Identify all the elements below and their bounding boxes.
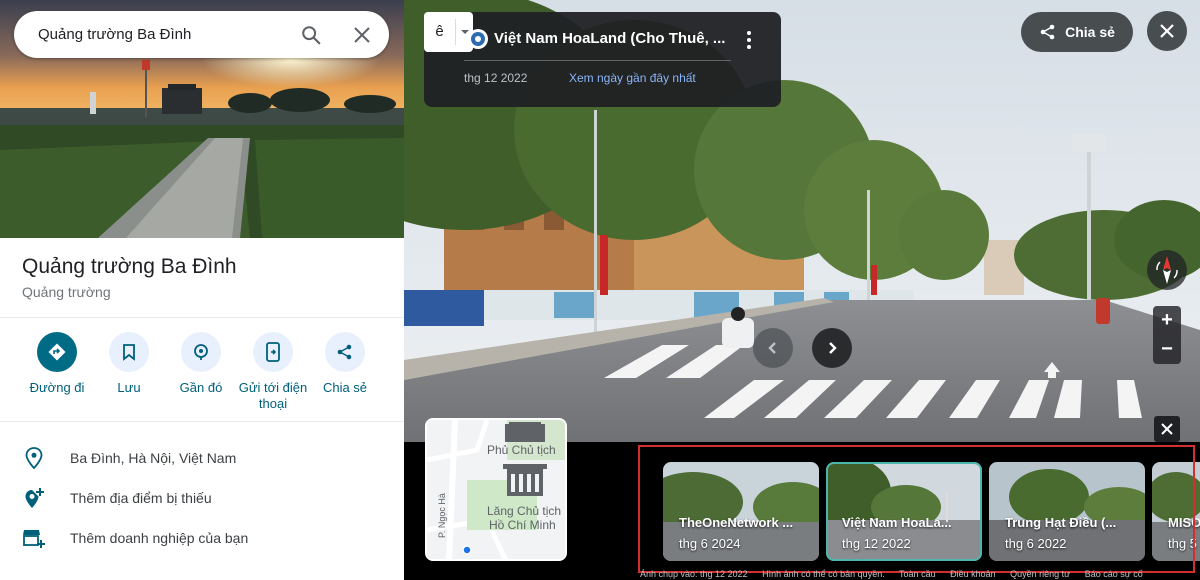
- search-icon[interactable]: [297, 21, 325, 49]
- thumbnail-author: MISO: [1168, 515, 1200, 530]
- report-problem-link[interactable]: Báo cáo sự cố: [1085, 569, 1143, 579]
- share-button-label: Chia sẻ: [1065, 24, 1115, 40]
- save-button[interactable]: Lưu: [93, 332, 165, 396]
- capture-date: thg 12 2022: [464, 71, 528, 85]
- current-position-marker: [462, 545, 472, 555]
- divider: [464, 60, 731, 61]
- share-place-button[interactable]: Chia sẻ: [309, 332, 381, 396]
- chevron-right-icon: [829, 342, 837, 354]
- chevron-left-icon: [768, 342, 776, 354]
- add-missing-place-row[interactable]: Thêm địa điểm bị thiếu: [0, 478, 404, 518]
- add-location-icon: [22, 486, 46, 510]
- location-pin-icon: [22, 446, 46, 470]
- presidential-palace-icon: [505, 422, 545, 442]
- copyright-notice: Hình ảnh có thể có bản quyền.: [762, 569, 885, 579]
- minimap-label: Phủ Chủ tịch: [487, 443, 556, 457]
- photo-thumbnail[interactable]: Trung Hạt Điều (... thg 6 2022: [989, 462, 1145, 561]
- place-category[interactable]: Quảng trường: [22, 284, 111, 300]
- close-icon: [1161, 423, 1173, 435]
- minimap-label: Hồ Chí Minh: [489, 518, 556, 532]
- thumbnail-author: TheOneNetwork ...: [679, 515, 794, 530]
- previous-photo-button[interactable]: [753, 328, 793, 368]
- nearby-button[interactable]: Gần đó: [165, 332, 237, 396]
- capture-date-footer: Ảnh chụp vào: thg 12 2022: [640, 569, 748, 579]
- address-text: Ba Đình, Hà Nội, Việt Nam: [70, 450, 237, 466]
- minimap-street-label: P. Ngọc Hà: [437, 493, 447, 538]
- thumbnail-date: thg 5: [1168, 536, 1197, 551]
- close-street-view-button[interactable]: [1147, 11, 1187, 51]
- divider: [0, 317, 404, 318]
- language-label: ê: [424, 19, 456, 45]
- place-panel: Quảng trường Ba Đình Quảng trường Đường …: [0, 0, 404, 580]
- share-icon: [325, 332, 365, 372]
- see-latest-link[interactable]: Xem ngày gần đây nhất: [569, 71, 696, 85]
- thumbnail-date: thg 6 2022: [1005, 536, 1067, 551]
- thumbnail-date: thg 6 2024: [679, 536, 741, 551]
- terms-link[interactable]: Điều khoản: [950, 569, 996, 579]
- photo-thumbnail-selected[interactable]: Việt Nam HoaLa... thg 12 2022: [826, 462, 982, 561]
- directions-button[interactable]: Đường đi: [21, 332, 93, 396]
- nearby-icon: [181, 332, 221, 372]
- add-business-text: Thêm doanh nghiệp của bạn: [70, 530, 249, 546]
- bookmark-icon: [109, 332, 149, 372]
- zoom-out-button[interactable]: −: [1153, 335, 1181, 364]
- send-to-phone-label: Gửi tới điện thoại: [238, 380, 308, 411]
- add-business-icon: [22, 526, 46, 550]
- next-photo-button[interactable]: [812, 328, 852, 368]
- language-toggle[interactable]: ê: [424, 12, 473, 52]
- zoom-control: + −: [1153, 306, 1181, 364]
- photo-thumbnail[interactable]: TheOneNetwork ... thg 6 2024: [663, 462, 819, 561]
- more-options-icon[interactable]: [740, 28, 758, 52]
- share-label: Chia sẻ: [322, 380, 368, 395]
- thumbnail-date: thg 12 2022: [842, 536, 911, 551]
- add-missing-place-text: Thêm địa điểm bị thiếu: [70, 490, 212, 506]
- photo-info-card: ê Việt Nam HoaLand (Cho Thuê, ... thg 12…: [424, 12, 781, 107]
- save-label: Lưu: [117, 380, 141, 395]
- global-link[interactable]: Toàn cầu: [899, 569, 936, 579]
- address-row[interactable]: Ba Đình, Hà Nội, Việt Nam: [0, 438, 404, 478]
- minimap-label: Lăng Chủ tịch: [487, 504, 561, 518]
- close-icon: [1160, 24, 1174, 38]
- divider: [0, 421, 404, 422]
- compass-icon[interactable]: [1147, 250, 1187, 290]
- thumbnail-author: Trung Hạt Điều (...: [1005, 515, 1117, 530]
- contributor-name[interactable]: Việt Nam HoaLand (Cho Thuê, ...: [494, 30, 725, 47]
- place-title: Quảng trường Ba Đình: [22, 255, 237, 278]
- nearby-label: Gần đó: [179, 380, 223, 395]
- photo-thumbnail[interactable]: MISO thg 5: [1152, 462, 1200, 561]
- add-business-row[interactable]: Thêm doanh nghiệp của bạn: [0, 518, 404, 558]
- search-box: [14, 11, 389, 58]
- clear-search-icon[interactable]: [348, 21, 376, 49]
- mausoleum-icon: [503, 464, 547, 496]
- zoom-in-button[interactable]: +: [1153, 306, 1181, 335]
- close-filmstrip-button[interactable]: [1154, 416, 1180, 442]
- thumbnail-author: Việt Nam HoaLa...: [842, 515, 952, 530]
- privacy-link[interactable]: Quyền riêng tư: [1010, 569, 1070, 579]
- directions-icon: [37, 332, 77, 372]
- street-view-footer: Ảnh chụp vào: thg 12 2022 Hình ảnh có th…: [640, 569, 1200, 580]
- send-to-phone-button[interactable]: Gửi tới điện thoại: [237, 332, 309, 412]
- search-input[interactable]: [38, 26, 288, 43]
- mini-map[interactable]: Phủ Chủ tịch Lăng Chủ tịch Hồ Chí Minh P…: [425, 418, 567, 561]
- share-street-view-button[interactable]: Chia sẻ: [1021, 12, 1133, 52]
- share-icon: [1040, 24, 1055, 40]
- directions-label: Đường đi: [29, 380, 85, 395]
- phone-icon: [253, 332, 293, 372]
- contributor-avatar[interactable]: [468, 29, 488, 49]
